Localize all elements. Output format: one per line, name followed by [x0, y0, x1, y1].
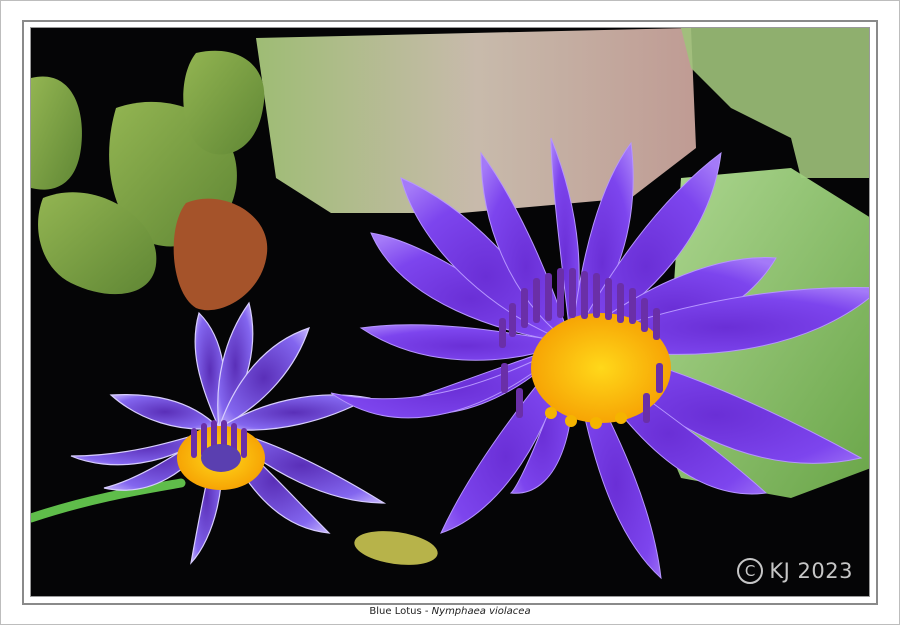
- photo: C KJ 2023: [30, 27, 870, 597]
- leaf-left-3: [183, 50, 265, 155]
- leaf-left-1: [31, 76, 82, 190]
- flower-bud: [354, 531, 438, 565]
- leaf-brown: [173, 198, 268, 311]
- photo-caption: Blue Lotus - Nymphaea violacea: [0, 606, 900, 622]
- caption-common-name: Blue Lotus -: [369, 606, 432, 617]
- photo-canvas: [31, 28, 869, 580]
- watermark-text: KJ 2023: [769, 559, 853, 583]
- caption-scientific-name: Nymphaea violacea: [431, 606, 531, 617]
- copyright-icon: C: [737, 558, 764, 584]
- copyright-watermark: C KJ 2023: [737, 558, 853, 584]
- lily-pad-top-right: [681, 28, 869, 178]
- small-lotus: [70, 301, 387, 565]
